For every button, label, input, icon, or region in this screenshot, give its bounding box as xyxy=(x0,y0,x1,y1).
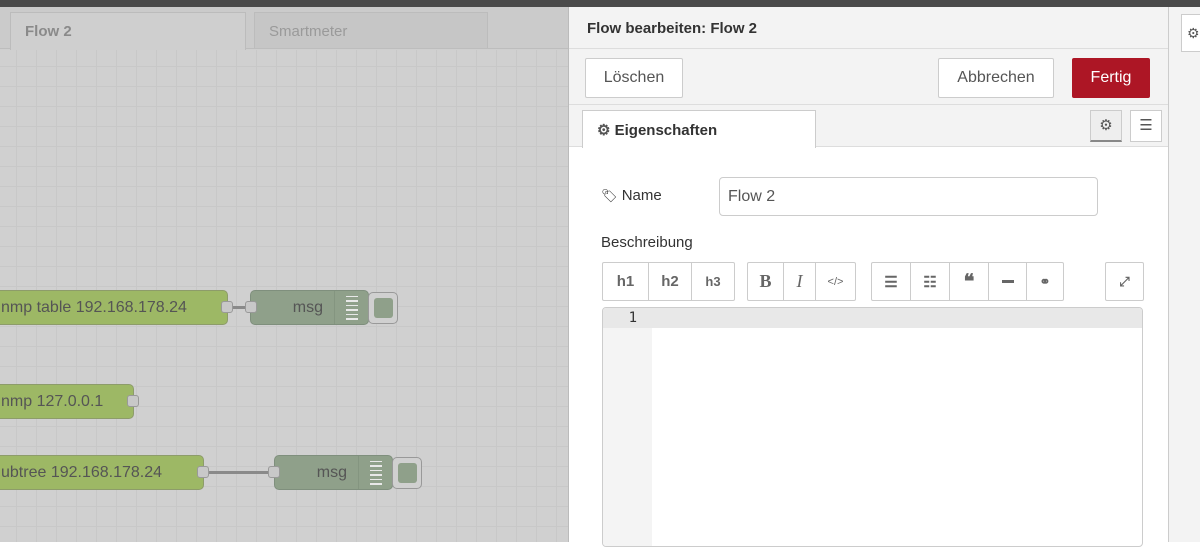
tab-flow-2[interactable]: Flow 2 xyxy=(10,12,246,50)
h1-button[interactable]: h1 xyxy=(603,263,649,300)
input-port[interactable] xyxy=(268,466,280,478)
debug-lines-icon xyxy=(358,456,392,489)
edit-flow-panel: Flow bearbeiten: Flow 2 Löschen Abbreche… xyxy=(568,7,1168,547)
workspace-tabs: Flow 2 Smartmeter xyxy=(0,7,568,50)
gear-icon: ⚙ xyxy=(1187,25,1200,41)
output-port[interactable] xyxy=(221,301,233,313)
tab-label: Eigenschaften xyxy=(614,122,718,139)
bullet-list-icon: ☷ xyxy=(923,273,937,291)
output-port[interactable] xyxy=(197,466,209,478)
node-label: nmp table 192.168.178.24 xyxy=(1,299,187,316)
link-icon: ⚭ xyxy=(1039,273,1051,289)
snmp-subtree-node[interactable]: ubtree 192.168.178.24 xyxy=(0,455,204,490)
snmp-table-node[interactable]: nmp table 192.168.178.24 xyxy=(0,290,228,325)
panel-tabs: ⚙ Eigenschaften ⚙ ☰ xyxy=(569,105,1168,148)
workspace: Flow 2 Smartmeter nmp table 192.168.178.… xyxy=(0,7,568,542)
wire[interactable] xyxy=(209,471,271,474)
tab-smartmeter[interactable]: Smartmeter xyxy=(254,12,488,48)
format-toolbar: B I </> xyxy=(747,262,856,301)
debug-toggle-button[interactable] xyxy=(368,292,398,324)
expand-button[interactable]: ⤢ xyxy=(1106,263,1143,300)
sidebar-tab[interactable]: ⚙ xyxy=(1181,14,1200,52)
italic-button[interactable]: I xyxy=(784,263,816,300)
description-editor[interactable]: 1 xyxy=(602,307,1143,547)
quote-button[interactable]: ❝ xyxy=(950,263,989,300)
ordered-list-button[interactable]: ☰ xyxy=(872,263,911,300)
gear-icon: ⚙ xyxy=(597,122,611,139)
cancel-button[interactable]: Abbrechen xyxy=(938,58,1054,98)
panel-buttons: Löschen Abbrechen Fertig xyxy=(569,49,1168,105)
line-number: 1 xyxy=(628,310,637,326)
expand-toolbar: ⤢ xyxy=(1105,262,1144,301)
horizontal-rule-icon xyxy=(1001,280,1014,283)
debug-node[interactable]: msg xyxy=(274,455,393,490)
h2-button[interactable]: h2 xyxy=(649,263,692,300)
horizontal-rule-button[interactable] xyxy=(989,263,1027,300)
snmp-node[interactable]: nmp 127.0.0.1 xyxy=(0,384,134,419)
node-label: nmp 127.0.0.1 xyxy=(1,393,104,410)
done-button[interactable]: Fertig xyxy=(1072,58,1150,98)
bold-button[interactable]: B xyxy=(748,263,784,300)
tag-icon: 🏷 xyxy=(601,188,618,203)
node-label: ubtree 192.168.178.24 xyxy=(1,464,163,481)
quote-icon: ❝ xyxy=(963,271,975,293)
panel-title: Flow bearbeiten: Flow 2 xyxy=(569,7,1168,49)
top-bar xyxy=(0,0,1200,7)
ordered-list-icon: ☰ xyxy=(884,273,898,291)
node-label: msg xyxy=(292,299,323,316)
node-label: msg xyxy=(316,464,347,481)
list-button[interactable]: ☰ xyxy=(1130,110,1162,142)
debug-node[interactable]: msg xyxy=(250,290,369,325)
debug-toggle-button[interactable] xyxy=(392,457,422,489)
block-toolbar: ☰ ☷ ❝ ⚭ xyxy=(871,262,1064,301)
gear-icon: ⚙ xyxy=(1099,117,1113,134)
flow-canvas[interactable]: nmp table 192.168.178.24 msg nmp 127.0.0… xyxy=(0,50,568,542)
name-input[interactable] xyxy=(719,177,1098,216)
delete-button[interactable]: Löschen xyxy=(585,58,683,98)
output-port[interactable] xyxy=(127,395,139,407)
editor-gutter xyxy=(603,308,652,546)
name-label: 🏷 Name xyxy=(601,187,662,204)
properties-gear-button[interactable]: ⚙ xyxy=(1090,110,1122,142)
input-port[interactable] xyxy=(245,301,257,313)
link-button[interactable]: ⚭ xyxy=(1027,263,1063,300)
debug-lines-icon xyxy=(334,291,368,324)
right-sidebar: ⚙ xyxy=(1168,7,1200,542)
bullet-list-button[interactable]: ☷ xyxy=(911,263,950,300)
description-label: Beschreibung xyxy=(601,234,693,251)
expand-icon: ⤢ xyxy=(1119,273,1130,289)
heading-toolbar: h1 h2 h3 xyxy=(602,262,735,301)
active-line xyxy=(603,308,1142,328)
list-icon: ☰ xyxy=(1139,117,1153,134)
h3-button[interactable]: h3 xyxy=(692,263,734,300)
tab-properties[interactable]: ⚙ Eigenschaften xyxy=(582,110,816,148)
code-button[interactable]: </> xyxy=(816,263,855,300)
